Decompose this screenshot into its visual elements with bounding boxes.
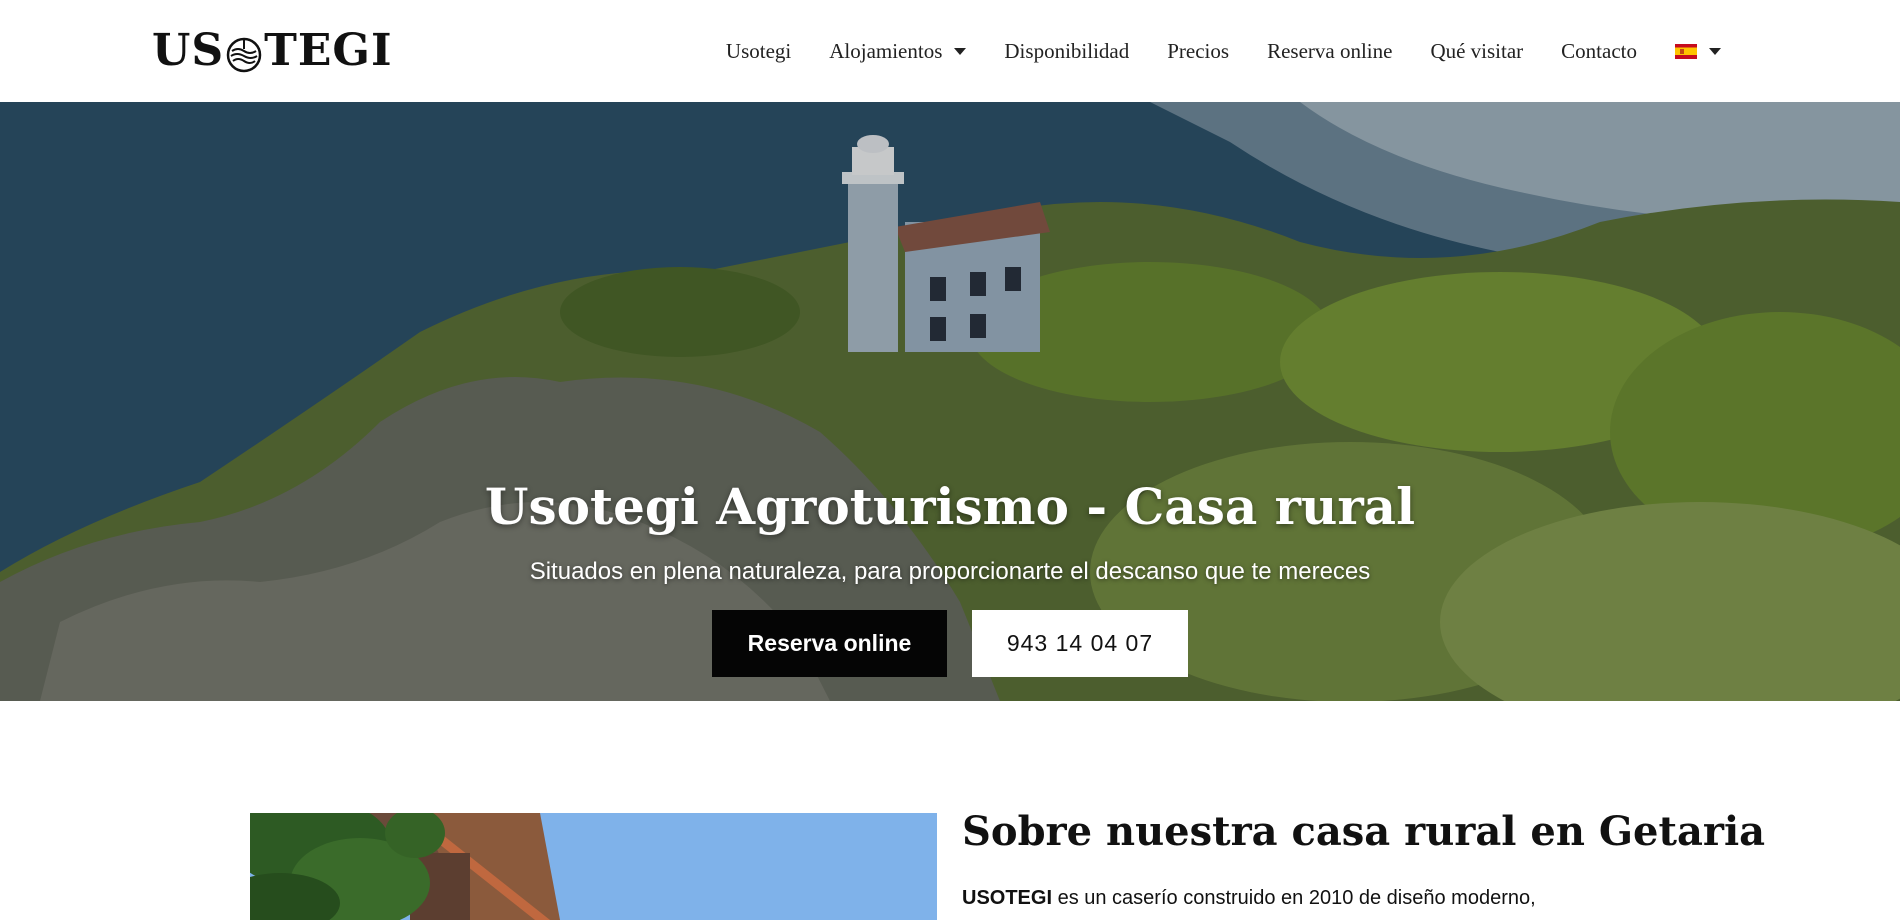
nav-item-alojamientos[interactable]: Alojamientos [810, 39, 985, 64]
about-text: USOTEGI es un caserío construido en 2010… [962, 887, 1762, 910]
logo-emblem-icon [226, 33, 262, 73]
spain-flag-icon [1675, 43, 1697, 59]
nav-label: Usotegi [725, 38, 792, 63]
chevron-down-icon [1709, 47, 1721, 55]
logo-text-right: TEGI [264, 24, 393, 76]
nav-item-que-visitar[interactable]: Qué visitar [1411, 39, 1542, 64]
logo-text-left: US [152, 24, 225, 76]
nav-item-reserva-online[interactable]: Reserva online [1248, 39, 1411, 64]
phone-button[interactable]: 943 14 04 07 [972, 610, 1188, 677]
nav-label: Qué visitar [1430, 38, 1524, 63]
hero-banner: Usotegi Agroturismo - Casa rural Situado… [0, 102, 1900, 701]
nav-label: Reserva online [1267, 38, 1393, 63]
nav-label: Precios [1167, 38, 1230, 63]
about-text-rest: es un caserío construido en 2010 de dise… [1052, 887, 1536, 909]
site-header: US TEGI Usotegi Alojamientos Disponibili… [0, 0, 1900, 102]
reserva-online-button[interactable]: Reserva online [712, 610, 947, 677]
nav-label: Disponibilidad [1004, 38, 1130, 63]
site-logo[interactable]: US TEGI [152, 22, 393, 78]
nav-label: Alojamientos [829, 38, 943, 63]
hero-buttons: Reserva online 943 14 04 07 [0, 610, 1900, 677]
nav-item-usotegi[interactable]: Usotegi [707, 39, 810, 64]
language-selector[interactable] [1656, 43, 1740, 59]
about-title: Sobre nuestra casa rural en Getaria [962, 808, 1766, 855]
nav-label: Contacto [1561, 38, 1637, 63]
nav-item-contacto[interactable]: Contacto [1542, 39, 1656, 64]
main-nav: Usotegi Alojamientos Disponibilidad Prec… [707, 0, 1740, 102]
nav-item-precios[interactable]: Precios [1148, 39, 1248, 64]
chevron-down-icon [954, 47, 967, 55]
hero-title: Usotegi Agroturismo - Casa rural [484, 477, 1416, 536]
about-text-bold: USOTEGI [962, 887, 1053, 909]
about-house-image [250, 813, 937, 920]
hero-subtitle: Situados en plena naturaleza, para propo… [529, 558, 1371, 585]
nav-item-disponibilidad[interactable]: Disponibilidad [985, 39, 1148, 64]
